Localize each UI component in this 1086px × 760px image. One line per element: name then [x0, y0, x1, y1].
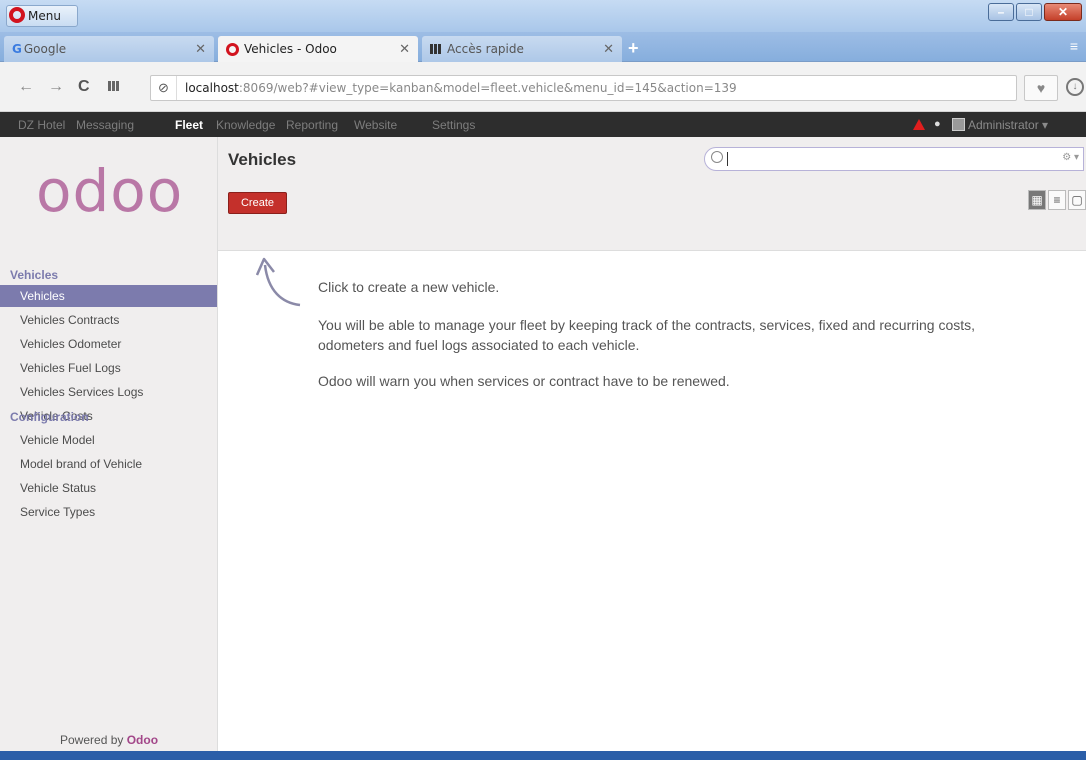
new-tab-icon[interactable]: + — [628, 38, 639, 59]
sidebar-item-vehicles-odometer[interactable]: Vehicles Odometer — [0, 333, 217, 355]
tab-menu-icon[interactable]: ≡ — [1070, 38, 1078, 54]
user-name: Administrator — [968, 118, 1039, 132]
powered-by-label: Powered by — [60, 733, 127, 747]
sidebar-item-vehicles-services-logs[interactable]: Vehicles Services Logs — [0, 381, 217, 403]
speed-dial-icon[interactable] — [108, 81, 120, 91]
powered-by: Powered by Odoo — [60, 733, 158, 747]
odoo-favicon-icon — [226, 42, 239, 56]
sidebar-item-model-brand[interactable]: Model brand of Vehicle — [0, 453, 217, 475]
speed-dial-icon — [430, 44, 442, 54]
list-view-icon[interactable]: ≡ — [1048, 190, 1066, 210]
sidebar-item-vehicle-status[interactable]: Vehicle Status — [0, 477, 217, 499]
sidebar-item-vehicles[interactable]: Vehicles — [0, 285, 217, 307]
search-input[interactable]: ⚙ ▾ — [704, 147, 1084, 171]
create-button[interactable]: Create — [228, 192, 287, 214]
page-title: Vehicles — [228, 150, 297, 169]
forward-icon[interactable]: → — [48, 78, 64, 96]
sidebar-section-configuration: Configuration — [10, 410, 89, 424]
form-view-icon[interactable]: ▢ — [1068, 190, 1086, 210]
control-panel: Vehicles ⚙ ▾ Create ▦ ≡ ▢ — [218, 137, 1086, 251]
url-path: :8069/web?#view_type=kanban&model=fleet.… — [238, 81, 737, 95]
url-host: localhost — [185, 81, 239, 95]
tab-close-icon[interactable]: ✕ — [195, 42, 206, 57]
address-bar: ← → C ⊘ localhost:8069/web?#view_type=ka… — [0, 62, 1086, 112]
sidebar-item-vehicle-model[interactable]: Vehicle Model — [0, 429, 217, 451]
kanban-view-icon[interactable]: ▦ — [1028, 190, 1046, 210]
search-caret — [727, 152, 728, 166]
browser-title-bar: Menu – □ ✕ — [0, 0, 1086, 32]
reload-icon[interactable]: C — [78, 78, 90, 96]
main-content: Click to create a new vehicle. You will … — [218, 251, 1086, 751]
heart-icon[interactable]: ♥ — [1024, 75, 1058, 101]
url-field[interactable]: ⊘ localhost:8069/web?#view_type=kanban&m… — [150, 75, 1017, 101]
avatar[interactable] — [952, 118, 965, 131]
tab-label: Vehicles - Odoo — [244, 42, 337, 56]
arrow-up-icon — [256, 257, 301, 307]
browser-menu-button[interactable]: Menu — [6, 5, 78, 27]
sidebar-item-service-types[interactable]: Service Types — [0, 501, 217, 523]
menu-messaging[interactable]: Messaging — [76, 118, 134, 132]
view-switcher: ▦ ≡ ▢ — [1028, 190, 1086, 210]
tab-label: Google — [23, 42, 67, 56]
user-menu[interactable]: Administrator ▾ — [968, 118, 1048, 132]
download-icon[interactable]: ↓ — [1066, 78, 1084, 96]
help-manage-text: You will be able to manage your fleet by… — [318, 317, 976, 353]
sidebar: odoo Vehicles Vehicles Vehicles Contract… — [0, 137, 218, 751]
back-icon[interactable]: ← — [18, 78, 34, 96]
menu-dz-hotel[interactable]: DZ Hotel — [18, 118, 65, 132]
menu-knowledge[interactable]: Knowledge — [216, 118, 275, 132]
odoo-top-menu: DZ Hotel Messaging Fleet Knowledge Repor… — [0, 112, 1086, 137]
close-window-button[interactable]: ✕ — [1044, 3, 1082, 21]
tab-google[interactable]: G Google ✕ — [4, 36, 214, 62]
search-options-icon[interactable]: ⚙ ▾ — [1062, 152, 1079, 163]
tab-strip: G Google ✕ Vehicles - Odoo ✕ Accès rapid… — [0, 32, 1086, 62]
browser-menu-label: Menu — [28, 9, 61, 23]
google-icon: G — [12, 42, 22, 56]
tab-close-icon[interactable]: ✕ — [399, 42, 410, 57]
window-controls: – □ ✕ — [988, 3, 1082, 21]
menu-settings[interactable]: Settings — [432, 118, 475, 132]
sidebar-section-vehicles: Vehicles — [10, 268, 59, 282]
tab-label: Accès rapide — [447, 42, 524, 56]
help-warn-text: Odoo will warn you when services or cont… — [318, 373, 730, 389]
site-info-icon[interactable]: ⊘ — [151, 76, 177, 100]
sidebar-item-vehicles-contracts[interactable]: Vehicles Contracts — [0, 309, 217, 331]
url-text[interactable]: localhost:8069/web?#view_type=kanban&mod… — [177, 81, 737, 95]
powered-by-odoo-link[interactable]: Odoo — [127, 733, 158, 747]
menu-reporting[interactable]: Reporting — [286, 118, 338, 132]
sidebar-item-vehicles-fuel-logs[interactable]: Vehicles Fuel Logs — [0, 357, 217, 379]
taskbar — [0, 751, 1086, 760]
alert-icon[interactable] — [913, 119, 925, 130]
menu-fleet[interactable]: Fleet — [175, 118, 203, 132]
tab-vehicles-odoo[interactable]: Vehicles - Odoo ✕ — [218, 36, 418, 62]
opera-logo-icon — [9, 7, 25, 23]
search-icon — [711, 151, 723, 163]
maximize-button[interactable]: □ — [1016, 3, 1042, 21]
tab-close-icon[interactable]: ✕ — [603, 42, 614, 57]
minimize-button[interactable]: – — [988, 3, 1014, 21]
menu-website[interactable]: Website — [354, 118, 397, 132]
help-create-text: Click to create a new vehicle. — [318, 279, 500, 295]
chat-icon[interactable]: ● — [934, 118, 941, 130]
odoo-logo[interactable]: odoo — [36, 157, 183, 225]
tab-acces-rapide[interactable]: Accès rapide ✕ — [422, 36, 622, 62]
